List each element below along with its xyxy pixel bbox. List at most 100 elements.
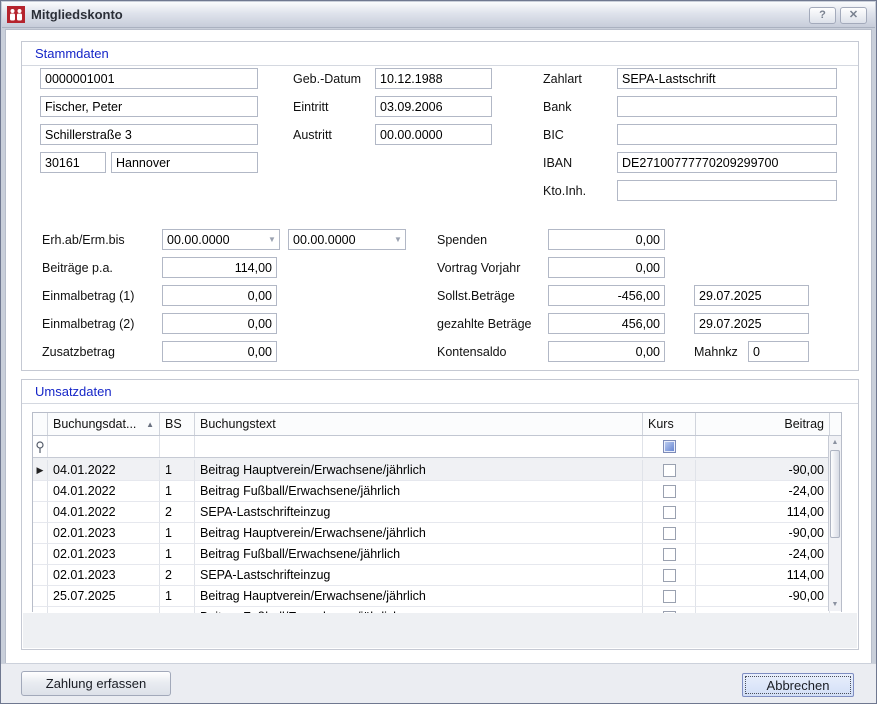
- kto-inh-label: Kto.Inh.: [543, 184, 586, 198]
- gezahlt-datum-field[interactable]: [694, 313, 809, 334]
- help-button[interactable]: ?: [809, 7, 836, 24]
- cell-buchungstext: SEPA-Lastschrifteinzug: [195, 565, 643, 586]
- cell-buchungsdatum: 04.01.2022: [48, 502, 160, 523]
- einmalbetrag2-label: Einmalbetrag (2): [42, 317, 134, 331]
- cell-buchungstext: Beitrag Fußball/Erwachsene/jährlich: [195, 544, 643, 565]
- stammdaten-title: Stammdaten: [22, 42, 858, 66]
- kurs-checkbox[interactable]: [663, 485, 676, 498]
- table-row[interactable]: ▶04.01.20221Beitrag Hauptverein/Erwachse…: [33, 460, 841, 481]
- kurs-checkbox[interactable]: [663, 590, 676, 603]
- sollst-betraege-label: Sollst.Beträge: [437, 289, 515, 303]
- kurs-checkbox[interactable]: [663, 506, 676, 519]
- erh-erm-label: Erh.ab/Erm.bis: [42, 233, 125, 247]
- cell-beitrag: -24,00: [696, 481, 830, 502]
- sollst-datum-field[interactable]: [694, 285, 809, 306]
- bank-field[interactable]: [617, 96, 837, 117]
- mahnkz-label: Mahnkz: [694, 345, 738, 359]
- cell-buchungstext: SEPA-Lastschrifteinzug: [195, 502, 643, 523]
- spenden-label: Spenden: [437, 233, 487, 247]
- table-row[interactable]: 25.07.20251Beitrag Hauptverein/Erwachsen…: [33, 586, 841, 607]
- cell-buchungstext: Beitrag Hauptverein/Erwachsene/jährlich: [195, 523, 643, 544]
- cell-buchungsdatum: 04.01.2022: [48, 460, 160, 481]
- zip-field[interactable]: [40, 152, 106, 173]
- grid-header: Buchungsdat... ▲ BS Buchungstext Kurs Be…: [33, 413, 841, 436]
- filter-kurs-cell[interactable]: [643, 436, 696, 457]
- bic-field[interactable]: [617, 124, 837, 145]
- cell-buchungsdatum: 02.01.2023: [48, 565, 160, 586]
- scrollbar-thumb[interactable]: [830, 450, 840, 538]
- row-indicator: [33, 523, 48, 544]
- header-indicator-cell: [33, 413, 48, 435]
- cell-buchungstext: Beitrag Hauptverein/Erwachsene/jährlich: [195, 586, 643, 607]
- filter-text-cell[interactable]: [195, 436, 643, 457]
- column-header-beitrag[interactable]: Beitrag: [696, 413, 830, 435]
- column-header-buchungsdatum[interactable]: Buchungsdat... ▲: [48, 413, 160, 435]
- title-bar[interactable]: Mitgliedskonto ? ✕: [2, 2, 875, 28]
- kurs-checkbox[interactable]: [663, 569, 676, 582]
- cell-beitrag: -24,00: [696, 544, 830, 565]
- city-field[interactable]: [111, 152, 258, 173]
- table-row[interactable]: 04.01.20221Beitrag Fußball/Erwachsene/jä…: [33, 481, 841, 502]
- window-title: Mitgliedskonto: [31, 7, 123, 22]
- scroll-down-icon[interactable]: ▼: [829, 598, 841, 611]
- abbrechen-button[interactable]: Abbrechen: [742, 673, 854, 697]
- umsatzdaten-group: Umsatzdaten Buchungsdat... ▲ BS Buchungs…: [21, 379, 859, 650]
- filter-bs-cell[interactable]: [160, 436, 195, 457]
- beitraege-label: Beiträge p.a.: [42, 261, 113, 275]
- close-button[interactable]: ✕: [840, 7, 867, 24]
- spenden-field[interactable]: [548, 229, 665, 250]
- cell-buchungstext: Beitrag Hauptverein/Erwachsene/jährlich: [195, 460, 643, 481]
- kontensaldo-field[interactable]: [548, 341, 665, 362]
- member-id-field[interactable]: [40, 68, 258, 89]
- column-header-buchungstext[interactable]: Buchungstext: [195, 413, 643, 435]
- filter-row[interactable]: [33, 436, 841, 458]
- grid-vertical-scrollbar[interactable]: ▲ ▼: [828, 436, 841, 611]
- kurs-checkbox[interactable]: [663, 527, 676, 540]
- gezahlte-betraege-field[interactable]: [548, 313, 665, 334]
- scroll-up-icon[interactable]: ▲: [829, 436, 841, 449]
- erm-bis-combo[interactable]: [288, 229, 406, 250]
- name-field[interactable]: [40, 96, 258, 117]
- kurs-checkbox[interactable]: [663, 548, 676, 561]
- einmalbetrag2-field[interactable]: [162, 313, 277, 334]
- vortrag-vorjahr-field[interactable]: [548, 257, 665, 278]
- mahnkz-field[interactable]: [748, 341, 809, 362]
- table-row[interactable]: 02.01.20231Beitrag Fußball/Erwachsene/jä…: [33, 544, 841, 565]
- column-header-bs[interactable]: BS: [160, 413, 195, 435]
- kto-inh-field[interactable]: [617, 180, 837, 201]
- iban-field[interactable]: [617, 152, 837, 173]
- table-row[interactable]: 04.01.20222SEPA-Lastschrifteinzug114,00: [33, 502, 841, 523]
- zusatzbetrag-field[interactable]: [162, 341, 277, 362]
- abbrechen-button-label: Abbrechen: [745, 676, 851, 694]
- sort-asc-icon: ▲: [146, 420, 154, 429]
- table-row[interactable]: 02.01.20231Beitrag Hauptverein/Erwachsen…: [33, 523, 841, 544]
- cell-buchungsdatum: 25.07.2025: [48, 586, 160, 607]
- einmalbetrag1-field[interactable]: [162, 285, 277, 306]
- kurs-filter-checkbox[interactable]: [663, 440, 676, 453]
- cell-bs: 2: [160, 565, 195, 586]
- cell-kurs: [643, 502, 696, 523]
- zahlart-field[interactable]: [617, 68, 837, 89]
- kurs-checkbox[interactable]: [663, 464, 676, 477]
- erh-ab-combo[interactable]: [162, 229, 280, 250]
- cell-bs: 1: [160, 586, 195, 607]
- cell-beitrag: -90,00: [696, 460, 830, 481]
- geb-datum-field[interactable]: [375, 68, 492, 89]
- eintritt-field[interactable]: [375, 96, 492, 117]
- austritt-field[interactable]: [375, 124, 492, 145]
- table-row[interactable]: 02.01.20232SEPA-Lastschrifteinzug 114,00: [33, 565, 841, 586]
- filter-amount-cell[interactable]: [696, 436, 830, 457]
- cell-kurs: [643, 523, 696, 544]
- row-indicator: [33, 502, 48, 523]
- mitgliedskonto-window: Mitgliedskonto ? ✕ Stammdaten Geb.-Datum…: [0, 0, 877, 704]
- zahlung-erfassen-button[interactable]: Zahlung erfassen: [21, 671, 171, 696]
- filter-date-cell[interactable]: [48, 436, 160, 457]
- beitraege-field[interactable]: [162, 257, 277, 278]
- cell-buchungsdatum: 02.01.2023: [48, 523, 160, 544]
- bank-label: Bank: [543, 100, 572, 114]
- column-header-kurs[interactable]: Kurs: [643, 413, 696, 435]
- street-field[interactable]: [40, 124, 258, 145]
- sollst-betraege-field[interactable]: [548, 285, 665, 306]
- cell-beitrag: 114,00: [696, 565, 830, 586]
- gezahlte-betraege-label: gezahlte Beträge: [437, 317, 532, 331]
